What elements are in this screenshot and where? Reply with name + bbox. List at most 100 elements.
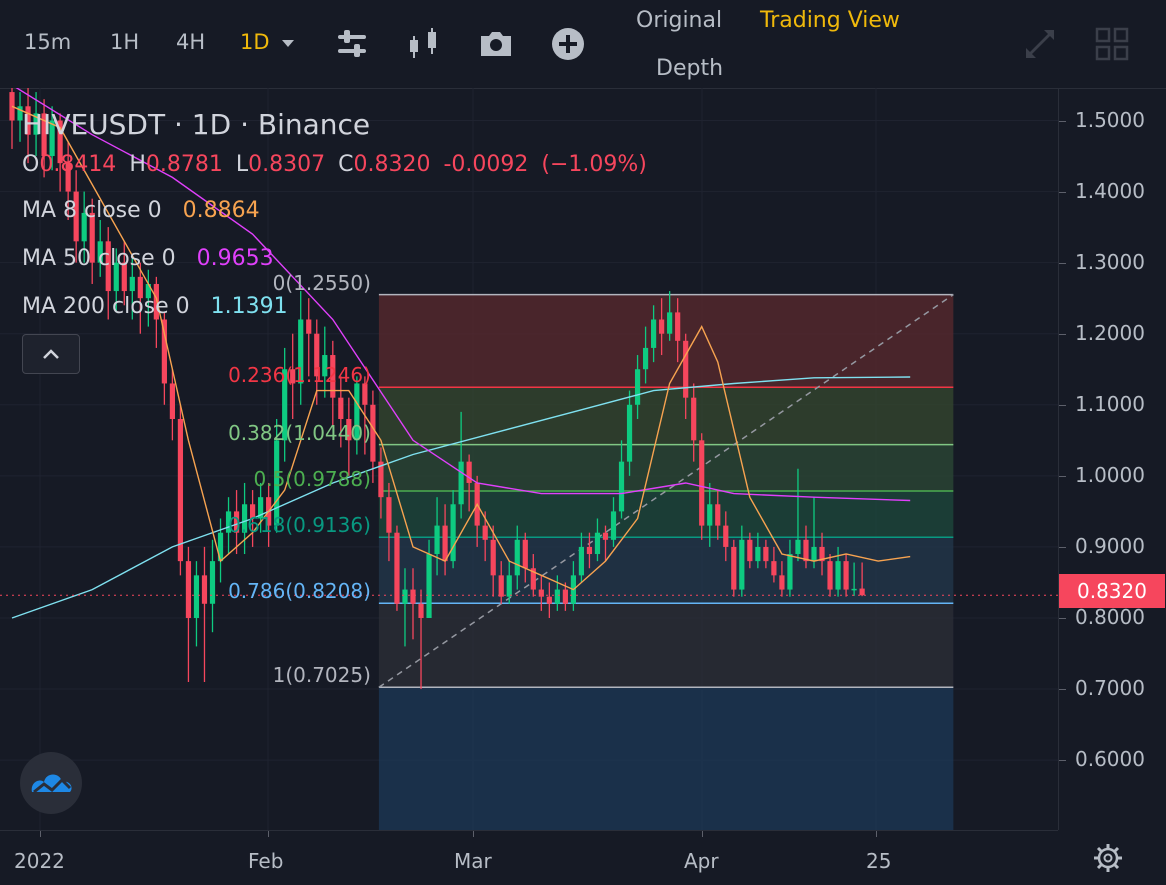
- candle-body: [651, 319, 657, 348]
- candle-body: [586, 546, 593, 555]
- time-label-25: 25: [866, 849, 892, 873]
- price-axis[interactable]: 1.5000 1.4000 1.3000 1.2000 1.1000 1.0000 0.90…: [1058, 88, 1166, 830]
- time-label-mar: Mar: [454, 849, 492, 873]
- open-value: 0.8414: [39, 152, 117, 177]
- price-tick: [1059, 546, 1066, 548]
- candle-body: [642, 347, 649, 370]
- candle-body: [394, 532, 400, 604]
- candle-body: [811, 546, 817, 562]
- candle-body: [771, 561, 777, 576]
- cloud-logo-icon: [31, 774, 72, 794]
- candle-body: [169, 383, 175, 419]
- timeframe-15m[interactable]: 15m: [24, 30, 71, 54]
- price-label: 1.0000: [1075, 462, 1145, 487]
- fib-level-label: 0(1.2550): [272, 270, 371, 295]
- candle-body: [610, 511, 617, 540]
- candle-body: [161, 319, 167, 384]
- candle-body: [634, 369, 641, 405]
- price-tick: [1059, 191, 1066, 193]
- fib-level-label: 1(0.7025): [272, 663, 371, 688]
- price-label: 0.9000: [1075, 533, 1145, 558]
- candle-body: [699, 440, 705, 526]
- ma8-value: 0.8864: [182, 198, 260, 223]
- high-value: 0.8781: [145, 152, 223, 177]
- price-tick: [1059, 404, 1066, 406]
- tradingview-logo[interactable]: [20, 752, 82, 814]
- time-axis[interactable]: 2022 Feb Mar Apr 25: [0, 830, 1058, 885]
- candle-body: [739, 539, 745, 590]
- candle-body: [602, 532, 609, 540]
- candle-body: [490, 539, 496, 576]
- candle-body: [851, 588, 857, 591]
- candle-body: [683, 340, 689, 398]
- fib-level-label: 0.786(0.8208): [228, 579, 371, 604]
- add-icon[interactable]: [548, 24, 588, 64]
- high-label: H: [129, 152, 146, 177]
- timeframe-dropdown-chevron-icon[interactable]: [280, 38, 296, 50]
- chart-settings-gear-icon[interactable]: [1092, 842, 1124, 874]
- candle-body: [418, 603, 424, 618]
- candle-body: [827, 561, 833, 590]
- ma50-value: 0.9653: [196, 246, 274, 271]
- timeframe-1h[interactable]: 1H: [110, 30, 139, 54]
- time-label-feb: Feb: [248, 849, 284, 873]
- time-tick: [876, 831, 877, 837]
- candle-body: [506, 575, 512, 597]
- candle-body: [410, 589, 416, 604]
- chevron-up-icon: [43, 349, 59, 359]
- candle-body: [514, 539, 520, 576]
- candle-body: [185, 561, 192, 618]
- candle-body: [843, 561, 849, 590]
- fib-band: [378, 603, 954, 688]
- fib-level-label: 0.5(0.9788): [253, 466, 371, 491]
- candle-body: [787, 554, 793, 590]
- low-value: 0.8307: [248, 152, 326, 177]
- ma200-row: MA 200 close 0 1.1391: [22, 294, 294, 319]
- candle-body: [458, 461, 464, 505]
- fib-band: [378, 537, 954, 604]
- candle-body: [193, 575, 200, 618]
- indicator-settings-icon[interactable]: [332, 24, 372, 64]
- candle-body: [659, 319, 665, 334]
- time-tick: [473, 831, 474, 837]
- candle-body: [747, 539, 753, 562]
- candle-body: [498, 575, 504, 597]
- chart-toolbar: 15m 1H 4H 1D Original Trading View Depth: [0, 0, 1166, 89]
- candle-body: [803, 539, 809, 562]
- candle-body: [795, 539, 801, 555]
- ohlc-row: O0.8414 H0.8781 L0.8307 C0.8320 -0.0092 …: [22, 152, 653, 177]
- fib-band: [378, 490, 954, 538]
- fib-level-label: 0.382(1.0440): [228, 420, 371, 445]
- time-label-2022: 2022: [14, 849, 65, 873]
- candle-body: [835, 561, 841, 590]
- symbol-title: HIVEUSDT · 1D · Binance: [22, 108, 371, 141]
- tab-depth[interactable]: Depth: [656, 56, 723, 81]
- fib-extension-band: [378, 687, 954, 830]
- price-tick: [1059, 760, 1066, 762]
- layout-grid-icon[interactable]: [1094, 26, 1130, 62]
- price-tick: [1059, 475, 1066, 477]
- candle-body: [370, 404, 376, 462]
- fullscreen-icon[interactable]: [1022, 26, 1058, 62]
- candle-type-icon[interactable]: [404, 24, 444, 64]
- price-tick: [1059, 262, 1066, 264]
- price-label: 1.5000: [1075, 107, 1145, 132]
- timeframe-4h[interactable]: 4H: [176, 30, 205, 54]
- tab-trading-view[interactable]: Trading View: [760, 8, 900, 33]
- candle-body: [201, 575, 208, 604]
- candle-body: [731, 546, 737, 590]
- price-tick: [1059, 689, 1066, 691]
- fib-level-label: 0.236(1.1246): [228, 363, 371, 388]
- tab-original[interactable]: Original: [636, 8, 722, 33]
- time-label-apr: Apr: [684, 849, 719, 873]
- ma50-label: MA 50 close 0: [22, 246, 176, 271]
- legend-collapse-button[interactable]: [22, 334, 80, 374]
- price-label: 1.1000: [1075, 391, 1145, 416]
- time-tick: [702, 831, 703, 837]
- candle-body: [554, 589, 560, 604]
- price-label: 1.4000: [1075, 178, 1145, 203]
- camera-icon[interactable]: [476, 24, 516, 64]
- current-price-badge: 0.8320: [1059, 574, 1165, 608]
- timeframe-1d[interactable]: 1D: [240, 30, 270, 54]
- candle-body: [129, 276, 135, 292]
